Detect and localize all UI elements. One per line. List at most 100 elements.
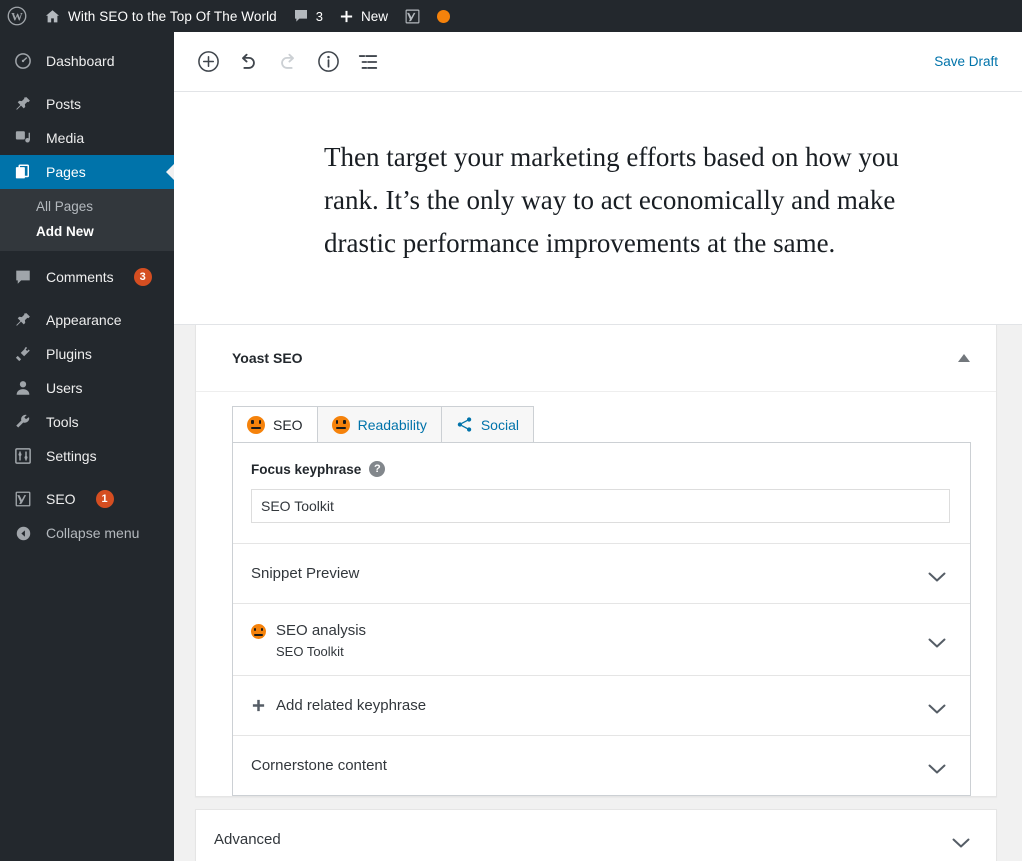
- sidebar-item-appearance[interactable]: Appearance: [0, 303, 174, 337]
- focus-keyphrase-section: Focus keyphrase ?: [233, 443, 970, 543]
- yoast-metabox-body: SEO Readability Social Focus keyphrase ?…: [196, 392, 996, 796]
- sidebar-item-all-pages[interactable]: All Pages: [0, 194, 174, 219]
- plus-icon: [251, 698, 266, 713]
- accordion-left: Advanced: [214, 830, 974, 850]
- tab-seo-label: SEO: [273, 416, 303, 433]
- chevron-down-icon[interactable]: [928, 762, 946, 780]
- yoast-metabox-header[interactable]: Yoast SEO: [196, 325, 996, 392]
- status-indicator[interactable]: [429, 0, 458, 32]
- tab-readability-label: Readability: [357, 416, 427, 433]
- accordion-title: SEO analysis: [276, 622, 367, 639]
- share-icon: [456, 416, 473, 433]
- home-icon: [44, 8, 61, 25]
- wrench-icon: [13, 412, 33, 432]
- new-content-label: New: [361, 8, 389, 24]
- focus-keyphrase-label-row: Focus keyphrase ?: [251, 461, 950, 477]
- neutral-face-icon: [247, 415, 265, 434]
- comments-button[interactable]: 3: [285, 0, 331, 32]
- accordion-left: Cornerstone content: [251, 756, 948, 776]
- collapse-menu-button[interactable]: Collapse menu: [0, 516, 174, 550]
- plus-icon: [339, 9, 354, 24]
- yoast-seo-metabox: Yoast SEO SEO Readability Social Focus k…: [195, 325, 997, 797]
- accordion-title: Snippet Preview: [251, 564, 360, 582]
- help-question-icon[interactable]: ?: [369, 461, 386, 477]
- collapse-menu-label: Collapse menu: [46, 525, 140, 541]
- accordion-cornerstone-content[interactable]: Cornerstone content: [233, 735, 970, 795]
- undo-icon[interactable]: [230, 44, 266, 80]
- yoast-tab-list: SEO Readability Social: [232, 406, 971, 442]
- sidebar-label-seo: SEO: [46, 491, 76, 507]
- save-draft-button[interactable]: Save Draft: [926, 48, 1006, 75]
- accordion-texts: Advanced: [214, 830, 281, 850]
- wordpress-logo-button[interactable]: W: [0, 0, 36, 32]
- wordpress-logo-icon: W: [7, 6, 27, 26]
- user-icon: [13, 378, 33, 398]
- accordion-subtitle: SEO Toolkit: [276, 644, 344, 659]
- site-name-label: With SEO to the Top Of The World: [68, 8, 277, 24]
- sidebar-item-tools[interactable]: Tools: [0, 405, 174, 439]
- sidebar-item-media[interactable]: Media: [0, 121, 174, 155]
- neutral-face-icon: [251, 624, 266, 639]
- yoast-logo-icon: [13, 489, 33, 509]
- sidebar-item-seo[interactable]: SEO 1: [0, 482, 174, 516]
- sidebar-item-settings[interactable]: Settings: [0, 439, 174, 473]
- accordion-add-related-keyphrase[interactable]: Add related keyphrase: [233, 675, 970, 735]
- tab-social[interactable]: Social: [440, 406, 534, 442]
- sidebar-label-plugins: Plugins: [46, 346, 92, 362]
- accordion-snippet-preview[interactable]: Snippet Preview: [233, 543, 970, 603]
- media-icon: [13, 128, 33, 148]
- pages-icon: [13, 162, 33, 182]
- redo-icon[interactable]: [270, 44, 306, 80]
- paragraph-block[interactable]: Then target your marketing efforts based…: [324, 136, 934, 265]
- chevron-down-icon[interactable]: [952, 836, 970, 854]
- brush-icon: [13, 310, 33, 330]
- accordion-left: Add related keyphrase: [251, 696, 948, 716]
- accordion-title: Cornerstone content: [251, 756, 387, 774]
- sidebar-label-dashboard: Dashboard: [46, 53, 115, 69]
- list-view-icon[interactable]: [350, 44, 386, 80]
- comments-badge: 3: [133, 268, 152, 286]
- accordion-left: SEO analysis SEO Toolkit: [251, 619, 948, 660]
- accordion-advanced[interactable]: Advanced: [196, 810, 996, 861]
- yoast-logo-icon: [404, 8, 421, 25]
- focus-keyphrase-input[interactable]: [251, 489, 950, 523]
- yoast-seo-tab-panel: Focus keyphrase ? Snippet Preview: [232, 442, 971, 796]
- admin-sidebar: Dashboard Posts Media Pages All Pages Ad…: [0, 32, 174, 861]
- comments-count: 3: [315, 8, 324, 24]
- post-content-area[interactable]: Then target your marketing efforts based…: [174, 92, 1022, 325]
- tab-seo[interactable]: SEO: [232, 406, 318, 442]
- tab-readability[interactable]: Readability: [316, 406, 442, 442]
- sidebar-label-comments: Comments: [46, 269, 114, 285]
- new-content-button[interactable]: New: [331, 0, 396, 32]
- svg-text:W: W: [11, 10, 23, 23]
- metabox-area: Yoast SEO SEO Readability Social Focus k…: [174, 325, 1022, 861]
- tab-social-label: Social: [480, 416, 519, 433]
- add-block-icon[interactable]: [190, 44, 226, 80]
- collapse-triangle-icon[interactable]: [958, 354, 970, 362]
- site-name-button[interactable]: With SEO to the Top Of The World: [36, 0, 285, 32]
- sidebar-label-users: Users: [46, 380, 83, 396]
- sidebar-item-pages[interactable]: Pages: [0, 155, 174, 189]
- sidebar-item-users[interactable]: Users: [0, 371, 174, 405]
- plug-icon: [13, 344, 33, 364]
- accordion-seo-analysis[interactable]: SEO analysis SEO Toolkit: [233, 603, 970, 675]
- accordion-title: Advanced: [214, 831, 281, 848]
- accordion-texts: SEO analysis SEO Toolkit: [276, 621, 366, 660]
- dashboard-icon: [13, 51, 33, 71]
- advanced-metabox: Advanced: [195, 809, 997, 861]
- sidebar-item-add-new[interactable]: Add New: [0, 219, 174, 244]
- yoast-adminbar-button[interactable]: [396, 0, 429, 32]
- chevron-down-icon[interactable]: [928, 702, 946, 720]
- sidebar-item-plugins[interactable]: Plugins: [0, 337, 174, 371]
- sidebar-item-posts[interactable]: Posts: [0, 87, 174, 121]
- accordion-left: Snippet Preview: [251, 564, 948, 584]
- info-icon[interactable]: [310, 44, 346, 80]
- sidebar-submenu-pages: All Pages Add New: [0, 189, 174, 251]
- chevron-down-icon[interactable]: [928, 570, 946, 588]
- comment-bubble-icon: [13, 267, 33, 287]
- accordion-texts: Snippet Preview: [251, 564, 359, 584]
- sidebar-item-comments[interactable]: Comments 3: [0, 260, 174, 294]
- accordion-title: Add related keyphrase: [276, 696, 427, 714]
- chevron-down-icon[interactable]: [928, 636, 946, 654]
- sidebar-item-dashboard[interactable]: Dashboard: [0, 44, 174, 78]
